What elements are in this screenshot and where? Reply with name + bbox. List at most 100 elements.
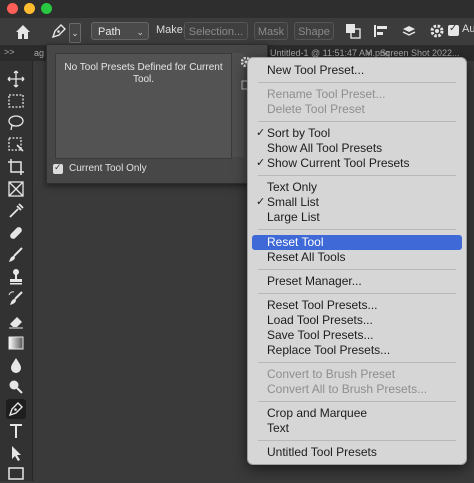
menu-item-label: Rename Tool Preset... bbox=[267, 87, 386, 101]
menu-item-label: Crop and Marquee bbox=[267, 406, 368, 420]
menu-item-label: Save Tool Presets... bbox=[267, 328, 374, 342]
path-arrangement-icon[interactable] bbox=[400, 22, 418, 40]
move-tool-icon[interactable] bbox=[6, 69, 26, 89]
panel-overflow-icon[interactable]: >> bbox=[4, 47, 15, 57]
current-tool-only-label: Current Tool Only bbox=[69, 163, 147, 174]
lasso-tool-icon[interactable] bbox=[6, 113, 26, 133]
menu-item-label: Reset Tool Presets... bbox=[267, 298, 378, 312]
home-icon[interactable] bbox=[13, 22, 33, 42]
menu-item-new-tool-preset[interactable]: New Tool Preset... bbox=[252, 63, 462, 78]
make-mask-button[interactable]: Mask bbox=[254, 22, 288, 40]
menu-item-label: Sort by Tool bbox=[267, 126, 331, 140]
menu-item-label: New Tool Preset... bbox=[267, 63, 365, 77]
menu-separator bbox=[258, 175, 456, 176]
menu-item-small-list[interactable]: ✓ Small List bbox=[252, 195, 462, 210]
eyedropper-tool-icon[interactable] bbox=[6, 201, 26, 221]
menu-separator bbox=[258, 121, 456, 122]
tools-panel bbox=[0, 61, 33, 481]
menu-item-label: Load Tool Presets... bbox=[267, 313, 373, 327]
eraser-tool-icon[interactable] bbox=[6, 311, 26, 331]
empty-presets-message-line: No Tool Presets Defined for Current bbox=[64, 62, 223, 73]
clone-stamp-tool-icon[interactable] bbox=[6, 267, 26, 287]
menu-item-label: Reset All Tools bbox=[267, 250, 346, 264]
pen-mode-value: Path bbox=[98, 26, 121, 38]
menu-item-label: Replace Tool Presets... bbox=[267, 343, 391, 357]
menu-separator bbox=[258, 269, 456, 270]
menu-item-convert-all-to-brush-presets: Convert All to Brush Presets... bbox=[252, 382, 462, 397]
zoom-window-button[interactable] bbox=[41, 3, 52, 14]
menu-item-label: Text bbox=[267, 421, 290, 435]
empty-presets-message-line: Tool. bbox=[132, 74, 155, 85]
menu-item-text-only[interactable]: Text Only bbox=[252, 180, 462, 195]
menu-item-label: Small List bbox=[267, 195, 320, 209]
brush-tool-icon[interactable] bbox=[6, 245, 26, 265]
menu-item-preset-manager[interactable]: Preset Manager... bbox=[252, 274, 462, 289]
menu-item-reset-tool[interactable]: Reset Tool bbox=[252, 235, 462, 250]
menu-item-show-all-tool-presets[interactable]: Show All Tool Presets bbox=[252, 141, 462, 156]
close-window-button[interactable] bbox=[7, 3, 18, 14]
menu-item-rename-tool-preset: Rename Tool Preset... bbox=[252, 87, 462, 102]
rectangle-tool-icon[interactable] bbox=[6, 463, 26, 483]
make-label: Make: bbox=[156, 24, 186, 36]
menu-item-label: Convert to Brush Preset bbox=[267, 367, 396, 381]
blur-tool-icon[interactable] bbox=[6, 355, 26, 375]
current-tool-only-checkbox[interactable]: ✓ bbox=[53, 162, 63, 174]
checkmark-icon: ✓ bbox=[256, 127, 266, 139]
check-icon: ✓ bbox=[54, 162, 62, 172]
gear-icon[interactable] bbox=[428, 22, 446, 40]
frame-tool-icon[interactable] bbox=[6, 179, 26, 199]
menu-item-reset-all-tools[interactable]: Reset All Tools bbox=[252, 250, 462, 265]
pen-mode-dropdown[interactable]: Path ⌄ bbox=[91, 22, 149, 40]
menu-item-crop-and-marquee[interactable]: Crop and Marquee bbox=[252, 406, 462, 421]
menu-item-reset-tool-presets[interactable]: Reset Tool Presets... bbox=[252, 298, 462, 313]
marquee-tool-icon[interactable] bbox=[6, 91, 26, 111]
object-selection-tool-icon[interactable] bbox=[6, 135, 26, 155]
checkmark-icon: ✓ bbox=[256, 196, 266, 208]
auto-add-delete-label: Au bbox=[462, 23, 474, 35]
tool-preset-list[interactable]: No Tool Presets Defined for Current Tool… bbox=[55, 53, 232, 159]
path-operations-icon[interactable] bbox=[344, 22, 362, 40]
menu-separator bbox=[258, 401, 456, 402]
menu-separator bbox=[258, 229, 456, 230]
dodge-tool-icon[interactable] bbox=[6, 377, 26, 397]
gradient-tool-icon[interactable] bbox=[6, 333, 26, 353]
menu-item-text[interactable]: Text bbox=[252, 421, 462, 436]
pen-tool-icon[interactable] bbox=[50, 22, 68, 40]
menu-item-large-list[interactable]: Large List bbox=[252, 210, 462, 225]
menu-item-show-current-tool-presets[interactable]: ✓ Show Current Tool Presets bbox=[252, 156, 462, 171]
menu-item-convert-to-brush-preset: Convert to Brush Preset bbox=[252, 367, 462, 382]
path-selection-tool-icon[interactable] bbox=[6, 443, 26, 463]
type-tool-icon[interactable] bbox=[6, 421, 26, 441]
menu-separator bbox=[258, 362, 456, 363]
make-shape-button[interactable]: Shape bbox=[294, 22, 334, 40]
empty-presets-message: No Tool Presets Defined for Current Tool… bbox=[56, 62, 231, 86]
auto-add-delete-checkbox[interactable]: ✓ bbox=[448, 23, 459, 36]
healing-brush-tool-icon[interactable] bbox=[6, 223, 26, 243]
checkmark-icon: ✓ bbox=[256, 157, 266, 169]
menu-item-label: Preset Manager... bbox=[267, 274, 362, 288]
tool-preset-picker-button[interactable]: ⌄ bbox=[69, 23, 81, 43]
minimize-window-button[interactable] bbox=[24, 3, 35, 14]
menu-item-save-tool-presets[interactable]: Save Tool Presets... bbox=[252, 328, 462, 343]
menu-item-label: Convert All to Brush Presets... bbox=[267, 382, 428, 396]
menu-item-delete-tool-preset: Delete Tool Preset bbox=[252, 102, 462, 117]
document-tab[interactable]: ag bbox=[34, 48, 44, 58]
menu-separator bbox=[258, 82, 456, 83]
menu-item-label: Show All Tool Presets bbox=[267, 141, 383, 155]
menu-item-label: Reset Tool bbox=[267, 235, 324, 249]
chevron-down-icon: ⌄ bbox=[136, 27, 144, 37]
menu-item-load-tool-presets[interactable]: Load Tool Presets... bbox=[252, 313, 462, 328]
menu-item-untitled-tool-presets[interactable]: Untitled Tool Presets bbox=[252, 445, 462, 460]
path-alignment-icon[interactable] bbox=[372, 22, 390, 40]
pen-tool-icon[interactable] bbox=[6, 399, 26, 419]
history-brush-tool-icon[interactable] bbox=[6, 289, 26, 309]
make-selection-button[interactable]: Selection... bbox=[184, 22, 248, 40]
menu-item-label: Show Current Tool Presets bbox=[267, 156, 410, 170]
menu-item-sort-by-tool[interactable]: ✓ Sort by Tool bbox=[252, 126, 462, 141]
crop-tool-icon[interactable] bbox=[6, 157, 26, 177]
menu-item-replace-tool-presets[interactable]: Replace Tool Presets... bbox=[252, 343, 462, 358]
check-icon: ✓ bbox=[449, 23, 458, 34]
menu-item-label: Delete Tool Preset bbox=[267, 102, 365, 116]
menu-item-label: Untitled Tool Presets bbox=[267, 445, 377, 459]
menu-item-label: Large List bbox=[267, 210, 320, 224]
